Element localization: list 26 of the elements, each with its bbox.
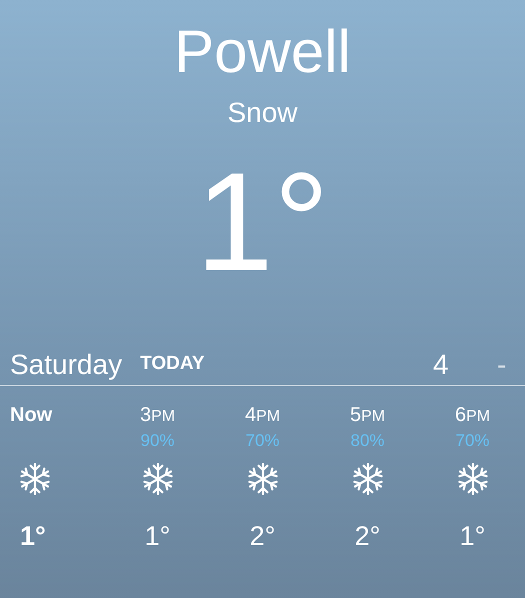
low-temperature: - xyxy=(497,348,506,382)
current-temperature: 1° xyxy=(196,152,330,292)
hourly-temperature: 1° xyxy=(460,520,486,553)
hour-label: 5PM xyxy=(350,403,386,428)
hour-label: 3PM xyxy=(140,403,176,428)
precipitation-chance: 90% xyxy=(140,431,175,450)
hourly-temperature: 2° xyxy=(250,520,276,553)
snowflake-icon xyxy=(456,462,490,496)
hour-label: 6PM xyxy=(454,403,490,428)
snowflake-icon xyxy=(140,462,174,496)
city-name: Powell xyxy=(174,22,351,82)
precipitation-chance: 70% xyxy=(245,431,280,450)
snowflake-icon xyxy=(246,462,280,496)
snowflake-icon xyxy=(18,462,52,496)
precipitation-chance: 70% xyxy=(455,431,490,450)
weather-condition: Snow xyxy=(227,96,298,130)
today-label: TODAY xyxy=(140,352,204,376)
hour-label: 4PM xyxy=(244,403,280,428)
day-label: Saturday xyxy=(10,348,122,382)
precipitation-chance: 80% xyxy=(350,431,385,450)
high-temperature: 4 xyxy=(433,348,449,382)
hour-label: Now xyxy=(10,403,52,428)
snowflake-icon xyxy=(350,462,384,496)
hourly-temperature: 1° xyxy=(144,520,170,553)
hourly-temperature: 2° xyxy=(354,520,380,553)
hourly-temperature: 1° xyxy=(20,520,46,553)
